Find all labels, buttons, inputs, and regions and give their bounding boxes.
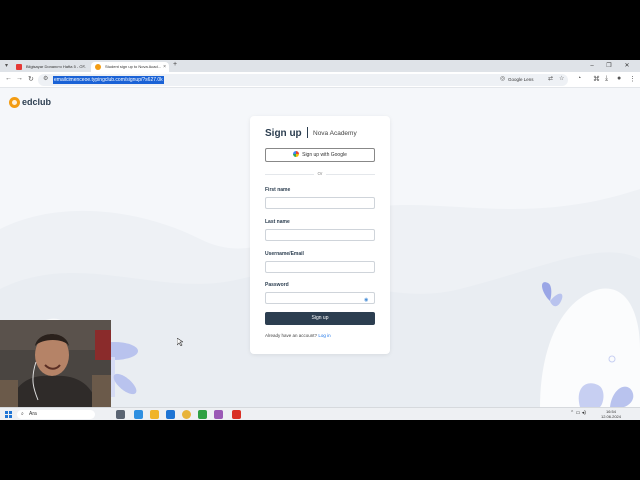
close-window-icon[interactable]: ✕ — [621, 60, 633, 72]
site-info-icon[interactable]: ⚙ — [43, 75, 48, 82]
pdf-icon[interactable] — [232, 410, 241, 419]
edge-icon[interactable] — [134, 410, 143, 419]
screen: ▾ Bilgisayar Donanımı Hafta 5 - Ö... × S… — [0, 60, 640, 420]
download-icon[interactable]: ⤓ — [605, 75, 608, 83]
last-name-field[interactable] — [265, 229, 375, 241]
obs-icon[interactable] — [214, 410, 223, 419]
password-field[interactable] — [265, 292, 375, 304]
first-name-label: First name — [265, 187, 291, 193]
tab-label: Bilgisayar Donanımı Hafta 5 - Ö... — [26, 64, 86, 69]
profile-avatar-icon[interactable]: ● — [617, 75, 621, 82]
reload-icon[interactable]: ↻ — [28, 75, 34, 83]
signup-card: Sign up Nova Academy Sign up with Google… — [250, 116, 390, 354]
store-icon[interactable] — [166, 410, 175, 419]
tab-bilgisayar[interactable]: Bilgisayar Donanımı Hafta 5 - Ö... × — [12, 62, 88, 72]
task-view-icon[interactable] — [116, 410, 125, 419]
translate-icon[interactable]: ⇄ — [548, 75, 553, 82]
back-icon[interactable]: ← — [5, 75, 12, 82]
menu-kebab-icon[interactable]: ⋮ — [629, 75, 636, 83]
app-icon[interactable] — [198, 410, 207, 419]
file-explorer-icon[interactable] — [150, 410, 159, 419]
show-password-eye-icon[interactable]: ◉ — [364, 297, 368, 303]
bookmark-star-icon[interactable]: ☆ — [559, 75, 564, 82]
close-tab-icon[interactable]: × — [163, 62, 166, 72]
url-text[interactable]: emailcimenceoe.typingclub.com/signup/?s6… — [53, 76, 164, 84]
mouse-cursor-icon — [177, 338, 183, 346]
logo-text: edclub — [22, 97, 52, 107]
tab-label: Student sign up to Nova Acad... — [105, 64, 162, 69]
edclub-logo[interactable]: edclub — [9, 95, 51, 109]
username-email-label: Username/Email — [265, 251, 304, 257]
password-label: Password — [265, 282, 289, 288]
first-name-field[interactable] — [265, 197, 375, 209]
google-lens-label[interactable]: Google Lens — [508, 76, 534, 84]
webcam-person-image — [0, 320, 111, 407]
close-tab-icon[interactable]: × — [82, 62, 85, 72]
google-signup-label: Sign up with Google — [302, 152, 347, 158]
login-prompt: Already have an account? Log in — [265, 333, 331, 338]
login-prompt-text: Already have an account? — [265, 333, 318, 338]
start-windows-icon[interactable] — [5, 411, 12, 418]
address-bar[interactable]: ⚙ emailcimenceoe.typingclub.com/signup/?… — [38, 74, 568, 86]
forward-icon[interactable]: → — [16, 75, 23, 82]
tab-search-icon[interactable]: ▾ — [5, 62, 8, 69]
system-tray-icons[interactable]: ⌃ ▭ ◂) — [570, 410, 586, 416]
tab-student-signup[interactable]: Student sign up to Nova Acad... × — [91, 62, 169, 72]
lens-icon[interactable]: ◎ — [500, 75, 505, 82]
edclub-favicon-icon — [95, 64, 101, 70]
signup-button[interactable]: Sign up — [265, 312, 375, 325]
maximize-icon[interactable]: ❐ — [603, 60, 615, 72]
or-separator: Or — [314, 171, 326, 176]
date: 12.06.2024 — [600, 414, 622, 419]
new-tab-button[interactable]: + — [173, 61, 177, 68]
page-title: Sign up — [265, 128, 302, 139]
taskbar-search-placeholder: Ara — [29, 411, 37, 417]
clock[interactable]: 16:54 12.06.2024 — [600, 409, 622, 419]
google-signup-button[interactable]: Sign up with Google — [265, 148, 375, 162]
youtube-icon — [16, 64, 22, 70]
minimize-icon[interactable]: – — [586, 60, 598, 72]
school-name: Nova Academy — [313, 130, 357, 137]
browser-toolbar: ← → ↻ ⚙ emailcimenceoe.typingclub.com/si… — [0, 72, 640, 88]
webcam-overlay — [0, 320, 111, 407]
taskbar-search-input[interactable]: ⌕ Ara — [17, 410, 95, 419]
tab-bar: ▾ Bilgisayar Donanımı Hafta 5 - Ö... × S… — [0, 60, 640, 72]
edclub-logo-icon — [9, 96, 20, 108]
username-email-field[interactable] — [265, 261, 375, 273]
extension-icon[interactable]: ◔ — [577, 75, 581, 82]
google-icon — [293, 151, 300, 157]
last-name-label: Last name — [265, 219, 290, 225]
chrome-icon[interactable] — [182, 410, 191, 419]
login-link[interactable]: Log in — [318, 333, 330, 338]
windows-taskbar: ⌕ Ara ⌃ ▭ ◂) 16:54 12.06.2024 — [0, 407, 640, 420]
extensions-puzzle-icon[interactable]: ⌘ — [593, 75, 600, 83]
search-icon: ⌕ — [21, 411, 24, 417]
title-divider — [307, 127, 308, 138]
